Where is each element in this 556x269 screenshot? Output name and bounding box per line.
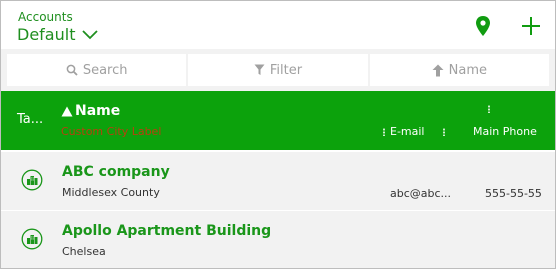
toolbar: Search Filter Name	[1, 49, 555, 91]
column-sub-label: Custom City Label	[61, 125, 162, 138]
arrow-up-icon	[432, 64, 444, 77]
column-phone[interactable]: Main Phone	[473, 125, 537, 138]
column-tag[interactable]: Ta...	[17, 112, 43, 127]
column-header: Ta... Name Custom City Label E-mail Main…	[1, 91, 555, 150]
list-item[interactable]: ABC company Middlesex County abc@abc... …	[1, 152, 555, 210]
column-email[interactable]: E-mail	[390, 125, 425, 138]
account-name: ABC company	[62, 164, 170, 180]
chevron-down-icon	[81, 29, 99, 41]
building-icon	[21, 228, 43, 250]
building-icon	[21, 169, 43, 191]
column-resize-handle[interactable]	[443, 128, 445, 136]
accounts-view: Accounts Default Search Filter Name Ta..…	[0, 0, 556, 269]
column-resize-handle[interactable]	[488, 105, 490, 113]
list-item[interactable]: Apollo Apartment Building Chelsea	[1, 211, 555, 268]
sort-ascending-icon	[61, 106, 73, 117]
filter-button-label: Filter	[269, 62, 303, 78]
sort-button[interactable]: Name	[369, 54, 549, 86]
account-city: Middlesex County	[62, 186, 160, 199]
sort-button-label: Name	[448, 62, 487, 78]
view-selector[interactable]: Default	[17, 25, 99, 44]
view-selector-value: Default	[17, 25, 76, 44]
filter-icon	[254, 64, 265, 76]
account-name: Apollo Apartment Building	[62, 223, 272, 239]
column-resize-handle[interactable]	[383, 128, 385, 136]
search-button[interactable]: Search	[7, 54, 187, 86]
account-city: Chelsea	[62, 245, 106, 258]
map-pin-icon[interactable]	[470, 13, 496, 39]
search-icon	[66, 64, 78, 76]
app-header: Accounts Default	[1, 1, 555, 49]
column-name[interactable]: Name	[61, 103, 120, 119]
search-button-label: Search	[82, 62, 128, 78]
account-phone: 555-55-55	[485, 187, 542, 200]
account-email: abc@abc...	[390, 187, 452, 200]
column-name-label: Name	[75, 103, 121, 119]
accounts-label: Accounts	[18, 10, 73, 24]
plus-icon[interactable]	[518, 13, 544, 39]
filter-button[interactable]: Filter	[188, 54, 368, 86]
